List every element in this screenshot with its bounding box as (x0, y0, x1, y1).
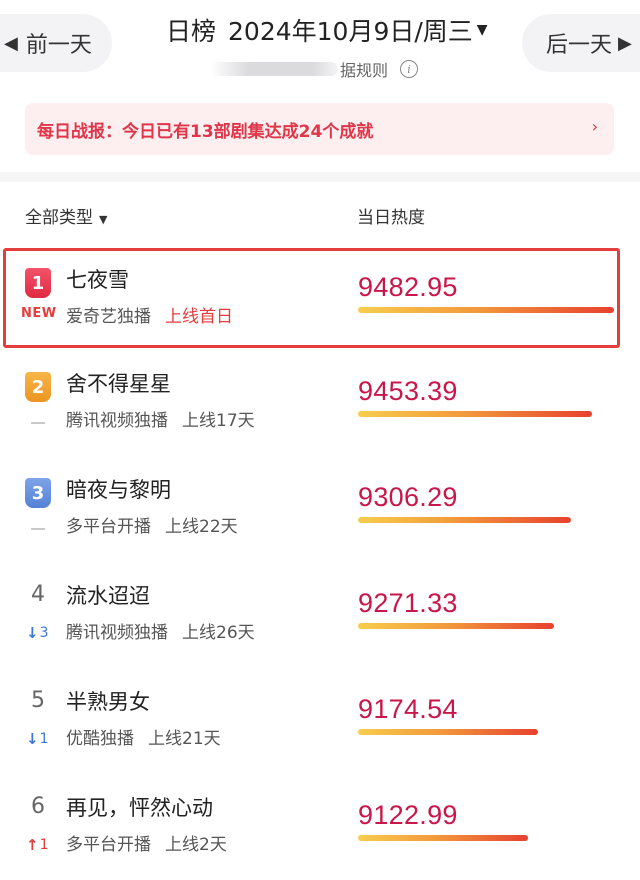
heat-bar (358, 623, 554, 629)
show-title: 暗夜与黎明 (66, 478, 171, 502)
heat-value: 9174.54 (358, 694, 458, 724)
show-title: 再见，怦然心动 (66, 796, 213, 820)
show-meta: 多平台开播 上线2天 (66, 830, 227, 855)
show-title: 半熟男女 (66, 690, 150, 714)
heat-bar (358, 411, 592, 417)
page-title: 日榜 (166, 17, 217, 46)
rank-number: 4 (31, 582, 45, 607)
caret-down-icon: ▼ (99, 213, 108, 226)
chevron-right-icon: ▶ (618, 32, 632, 54)
rule-link[interactable]: 据规则 i (210, 56, 430, 82)
platform-label: 爱奇艺独播 (66, 307, 151, 327)
heat-value: 9306.29 (358, 482, 458, 512)
rank-number: 5 (31, 688, 45, 713)
show-meta: 优酷独播 上线21天 (66, 724, 221, 749)
heat-bar (358, 835, 528, 841)
rank-badge: 3 (25, 478, 51, 508)
online-label: 上线22天 (165, 517, 238, 537)
heat-bar (358, 307, 614, 313)
online-label: 上线26天 (182, 623, 255, 643)
type-filter[interactable]: 全部类型 ▼ (25, 203, 107, 228)
heat-bar (358, 729, 538, 735)
daily-report-banner[interactable]: 每日战报：今日已有13部剧集达成24个成就 › (25, 103, 614, 155)
prev-day-label: 前一天 (25, 33, 92, 58)
show-title: 舍不得星星 (66, 372, 171, 396)
rank-number: 6 (31, 794, 45, 819)
chevron-left-icon: ◀ (4, 32, 18, 54)
ranking-row[interactable]: 4 ↓ 3 流水迢迢 腾讯视频独播 上线26天 9271.33 (0, 564, 640, 670)
chevron-right-icon: › (591, 117, 598, 136)
rule-text: 据规则 (340, 61, 389, 80)
heat-bar (358, 517, 571, 523)
platform-label: 多平台开播 (66, 835, 151, 855)
online-label: 上线21天 (148, 729, 221, 749)
section-divider (0, 172, 640, 182)
trend-value: 1 (39, 837, 49, 853)
date-selector[interactable]: 日榜 2024年10月9日/周三 ▼ (166, 12, 488, 48)
heat-value: 9271.33 (358, 588, 458, 618)
online-label: 上线首日 (165, 307, 233, 327)
arrow-down-icon: ↓ (26, 624, 39, 642)
heat-value: 9122.99 (358, 800, 458, 830)
blurred-text (210, 62, 338, 76)
next-day-button[interactable]: 后一天 ▶ (522, 14, 640, 72)
show-meta: 爱奇艺独播 上线首日 (66, 302, 233, 327)
online-label: 上线17天 (182, 411, 255, 431)
heat-value: 9453.39 (358, 376, 458, 406)
trend-value: 1 (39, 731, 49, 747)
ranking-row[interactable]: 5 ↓ 1 半熟男女 优酷独播 上线21天 9174.54 (0, 670, 640, 776)
trend-value: 3 (39, 625, 49, 641)
highlight-box (3, 248, 620, 348)
heat-column-header: 当日热度 (357, 208, 425, 228)
platform-label: 优酷独播 (66, 729, 134, 749)
caret-down-icon: ▼ (476, 22, 488, 38)
next-day-label: 后一天 (546, 33, 613, 58)
trend-flat-icon (31, 422, 45, 424)
online-label: 上线2天 (165, 835, 227, 855)
banner-text: 每日战报：今日已有13部剧集达成24个成就 (37, 121, 374, 142)
show-meta: 多平台开播 上线22天 (66, 512, 238, 537)
ranking-row[interactable]: 3 暗夜与黎明 多平台开播 上线22天 9306.29 (0, 458, 640, 564)
trend-indicator: ↓ 1 (26, 730, 49, 748)
date-label: 2024年10月9日/周三 (228, 17, 473, 46)
show-title: 流水迢迢 (66, 584, 150, 608)
ranking-row[interactable]: 1 NEW 七夜雪 爱奇艺独播 上线首日 9482.95 (0, 248, 640, 354)
show-title: 七夜雪 (66, 268, 129, 292)
trend-indicator: ↓ 3 (26, 624, 49, 642)
header: ◀ 前一天 日榜 2024年10月9日/周三 ▼ 据规则 i 后一天 ▶ (0, 0, 640, 90)
rank-badge: 1 (25, 268, 51, 298)
show-meta: 腾讯视频独播 上线17天 (66, 406, 255, 431)
ranking-row[interactable]: 2 舍不得星星 腾讯视频独播 上线17天 9453.39 (0, 352, 640, 458)
platform-label: 多平台开播 (66, 517, 151, 537)
arrow-down-icon: ↓ (26, 730, 39, 748)
platform-label: 腾讯视频独播 (66, 623, 168, 643)
type-filter-label: 全部类型 (25, 208, 93, 228)
trend-indicator: ↑ 1 (26, 836, 49, 854)
trend-flat-icon (31, 528, 45, 530)
bottom-fade (0, 860, 640, 880)
arrow-up-icon: ↑ (26, 836, 39, 854)
rank-badge: 2 (25, 372, 51, 402)
heat-value: 9482.95 (358, 272, 458, 302)
show-meta: 腾讯视频独播 上线26天 (66, 618, 255, 643)
new-badge: NEW (21, 306, 57, 321)
prev-day-button[interactable]: ◀ 前一天 (0, 14, 112, 72)
platform-label: 腾讯视频独播 (66, 411, 168, 431)
info-icon[interactable]: i (400, 60, 419, 78)
